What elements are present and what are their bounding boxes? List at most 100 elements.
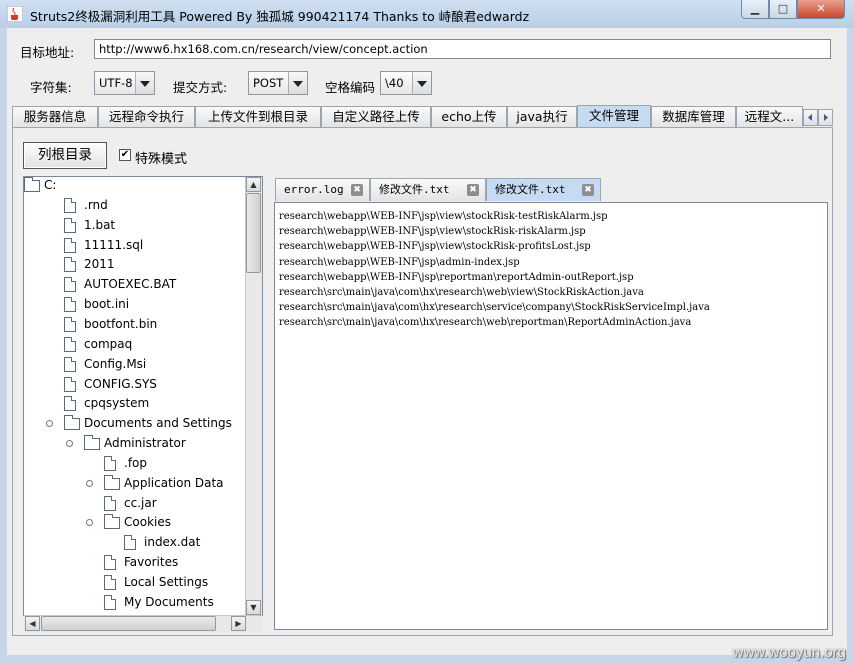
- java-cup-icon: [7, 6, 23, 22]
- editor-tab-error-log[interactable]: error.log ✖: [275, 178, 370, 201]
- close-tab-icon[interactable]: ✖: [467, 184, 479, 196]
- editor-tab-modify-file-1[interactable]: 修改文件.txt ✖: [370, 178, 486, 201]
- tree-expand-toggle-icon[interactable]: [86, 479, 93, 487]
- tree-node-label: index.dat: [144, 535, 201, 550]
- editor-tab-modify-file-2[interactable]: 修改文件.txt ✖: [486, 178, 601, 201]
- method-label: 提交方式:: [173, 80, 228, 95]
- tab-custom-path-upload[interactable]: 自定义路径上传: [321, 106, 431, 127]
- tree-node-label: My Documents: [124, 594, 214, 609]
- tree-node-label: Config.Msi: [84, 356, 147, 371]
- url-input[interactable]: [94, 39, 831, 59]
- space-encoding-label: 空格编码: [325, 80, 376, 95]
- method-value: POST: [253, 76, 284, 90]
- tree-node-label: Documents and Settings: [84, 416, 232, 431]
- folder-icon: [64, 415, 80, 431]
- tree-expand-toggle-icon[interactable]: [86, 519, 93, 527]
- folder-icon: [104, 514, 120, 530]
- text-editor[interactable]: research\webapp\WEB-INF\jsp\view\stockRi…: [274, 202, 828, 630]
- close-window-button[interactable]: ✕: [797, 0, 845, 19]
- editor-tab-label: error.log: [284, 183, 344, 196]
- tab-echo-upload[interactable]: echo上传: [431, 106, 507, 127]
- file-icon: [64, 336, 76, 352]
- editor-tab-label: 修改文件.txt: [495, 183, 566, 196]
- chevron-down-icon[interactable]: [135, 72, 154, 94]
- tree-expand-toggle-icon[interactable]: [66, 440, 73, 448]
- url-label: 目标地址:: [20, 45, 75, 60]
- window-frame-left: [0, 28, 7, 663]
- file-icon: [104, 495, 116, 511]
- editor-line: research\src\main\java\com\hx\research\w…: [279, 287, 644, 298]
- folder-icon: [24, 177, 40, 192]
- file-icon: [104, 575, 116, 590]
- tree-node-label: bootfont.bin: [84, 316, 158, 331]
- tree-node-label: Favorites: [124, 555, 179, 570]
- scroll-right-arrow-icon[interactable]: ▶: [231, 616, 246, 631]
- editor-line: research\webapp\WEB-INF\jsp\view\stockRi…: [279, 226, 586, 238]
- file-icon: [64, 396, 76, 412]
- file-icon: [64, 277, 76, 293]
- tab-server-info[interactable]: 服务器信息: [12, 106, 98, 127]
- file-icon: [64, 257, 76, 273]
- tree-node-label: 11111.sql: [84, 237, 144, 252]
- chevron-down-icon[interactable]: [288, 72, 307, 94]
- file-icon: [64, 356, 76, 372]
- window-frame-bottom: [0, 655, 854, 663]
- space-encoding-value: \40: [385, 76, 404, 90]
- tab-java-exec[interactable]: java执行: [507, 106, 577, 127]
- special-mode-label: 特殊模式: [135, 152, 188, 167]
- tree-node-label: Local Settings: [124, 575, 209, 589]
- file-icon: [64, 297, 76, 313]
- tab-scroll-left-button[interactable]: [803, 109, 818, 126]
- charset-select[interactable]: UTF-8: [94, 71, 155, 95]
- tree-node-label: cc.jar: [124, 495, 157, 510]
- list-root-button[interactable]: 列根目录: [23, 142, 107, 169]
- close-tab-icon[interactable]: ✖: [582, 184, 594, 196]
- window-frame-right: [847, 28, 854, 663]
- tree-node-label: CONFIG.SYS: [84, 376, 157, 391]
- space-encoding-select[interactable]: \40: [380, 71, 432, 95]
- tab-upload-root[interactable]: 上传文件到根目录: [195, 106, 321, 127]
- tab-file-manager[interactable]: 文件管理: [577, 105, 651, 128]
- file-icon: [124, 535, 136, 551]
- chevron-left-icon: [808, 114, 812, 121]
- scroll-left-arrow-icon[interactable]: ◀: [25, 616, 40, 631]
- chevron-right-icon: [824, 114, 828, 121]
- scroll-up-arrow-icon[interactable]: ▲: [246, 177, 261, 192]
- close-tab-icon[interactable]: ✖: [351, 184, 363, 196]
- file-icon: [104, 455, 116, 471]
- editor-line: research\src\main\java\com\hx\research\w…: [279, 317, 692, 329]
- tree-node-label: Administrator: [104, 436, 186, 451]
- file-icon: [104, 594, 116, 610]
- minimize-button[interactable]: ▁: [741, 0, 769, 19]
- file-icon: [64, 237, 76, 253]
- chevron-down-icon[interactable]: [412, 72, 431, 94]
- editor-line: research\webapp\WEB-INF\jsp\view\stockRi…: [279, 211, 608, 222]
- tree-node-label: .rnd: [84, 197, 108, 212]
- tree-node-label: 1.bat: [84, 217, 116, 232]
- editor-line: research\src\main\java\com\hx\research\s…: [279, 302, 710, 314]
- file-icon: [104, 555, 116, 571]
- tree-node-label: .fop: [124, 455, 147, 470]
- tab-remote-file[interactable]: 远程文...: [736, 106, 803, 127]
- special-mode-checkbox[interactable]: ✔: [119, 149, 131, 161]
- scroll-down-arrow-icon[interactable]: ▼: [246, 600, 261, 615]
- tree-node-label: compaq: [84, 336, 133, 351]
- folder-icon: [84, 435, 100, 451]
- tree-node-label: Cookies: [124, 515, 171, 530]
- folder-icon: [104, 474, 120, 490]
- tree-vertical-scroll-thumb[interactable]: [246, 193, 261, 273]
- tree-node-label: cpqsystem: [84, 396, 150, 411]
- tree-expand-toggle-icon[interactable]: [46, 420, 53, 428]
- method-select[interactable]: POST: [248, 71, 308, 95]
- file-icon: [64, 217, 76, 233]
- tab-scroll-right-button[interactable]: [818, 109, 833, 126]
- editor-line: research\webapp\WEB-INF\jsp\reportman\re…: [279, 271, 634, 283]
- charset-value: UTF-8: [99, 76, 133, 90]
- file-tree: C: .rnd 1.bat 11111.sql 2011 AUTOEXEC.BAT boot…: [23, 176, 263, 616]
- file-icon: [64, 197, 76, 213]
- tab-remote-command[interactable]: 远程命令执行: [98, 106, 195, 127]
- maximize-button[interactable]: □: [769, 0, 797, 19]
- tree-node-label: AUTOEXEC.BAT: [84, 277, 177, 292]
- tree-horizontal-scroll-thumb[interactable]: [41, 616, 216, 631]
- tab-database-manager[interactable]: 数据库管理: [651, 106, 736, 127]
